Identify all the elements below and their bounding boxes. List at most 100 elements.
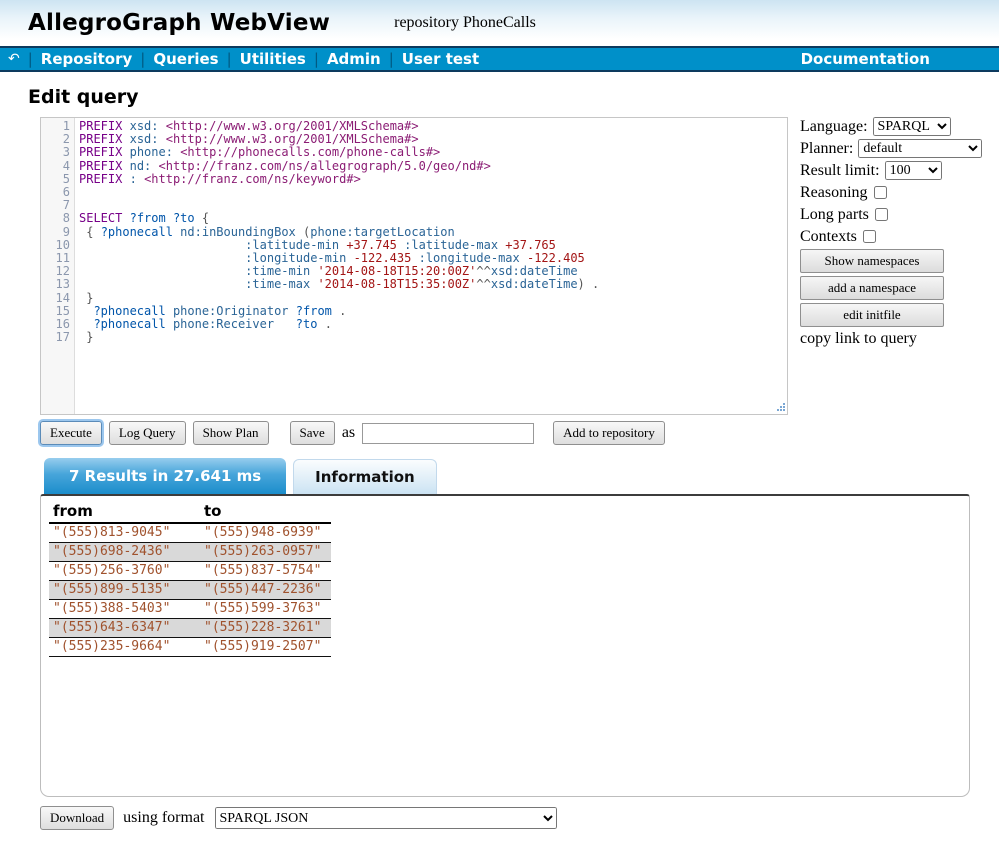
format-select[interactable]: SPARQL JSON bbox=[215, 807, 557, 829]
code-line: } bbox=[79, 331, 787, 344]
save-button[interactable]: Save bbox=[290, 421, 335, 445]
tab-information[interactable]: Information bbox=[293, 459, 437, 494]
table-cell: "(555)899-5135" bbox=[49, 581, 200, 600]
nav-item-repository[interactable]: Repository bbox=[41, 50, 133, 68]
log-query-button[interactable]: Log Query bbox=[109, 421, 186, 445]
code-token bbox=[122, 159, 129, 173]
code-token bbox=[79, 251, 245, 265]
code-token: <http://www.w3.org/2001/XMLSchema#> bbox=[166, 119, 419, 133]
code-token bbox=[122, 172, 129, 186]
code-token bbox=[166, 304, 173, 318]
nav-item-user-test[interactable]: User test bbox=[402, 50, 479, 68]
code-token: ?from bbox=[296, 304, 332, 318]
code-token: +37.765 bbox=[505, 238, 556, 252]
repository-label: repositoryPhoneCalls bbox=[394, 14, 540, 32]
table-row: "(555)643-6347""(555)228-3261" bbox=[49, 619, 331, 638]
back-icon[interactable]: ↶ bbox=[8, 52, 20, 66]
code-token: <http://phonecalls.com/phone-calls#> bbox=[180, 145, 440, 159]
line-number: 4 bbox=[41, 160, 70, 173]
code-token bbox=[411, 251, 418, 265]
long-parts-checkbox[interactable] bbox=[875, 208, 888, 221]
code-token: <http://franz.com/ns/allegrograph/5.0/ge… bbox=[159, 159, 491, 173]
nav-items: |Repository|Queries|Utilities|Admin|User… bbox=[20, 50, 479, 68]
add-to-repository-button[interactable]: Add to repository bbox=[553, 421, 665, 445]
language-select[interactable]: SPARQL bbox=[873, 117, 951, 136]
nav-separator: | bbox=[314, 50, 319, 68]
edit-initfile-button[interactable]: edit initfile bbox=[800, 303, 944, 327]
code-token: '2014-08-18T15:35:00Z' bbox=[317, 277, 476, 291]
results-header-row: fromto bbox=[49, 502, 331, 523]
code-token bbox=[122, 132, 129, 146]
table-cell: "(555)599-3763" bbox=[200, 600, 331, 619]
code-token: <http://www.w3.org/2001/XMLSchema#> bbox=[166, 132, 419, 146]
code-token: ?to bbox=[173, 211, 195, 225]
results-table: fromto "(555)813-9045""(555)948-6939""(5… bbox=[49, 502, 331, 657]
table-row: "(555)235-9664""(555)919-2507" bbox=[49, 638, 331, 657]
show-plan-button[interactable]: Show Plan bbox=[193, 421, 269, 445]
tab-7-results-in-27-641-ms[interactable]: 7 Results in 27.641 ms bbox=[44, 458, 286, 494]
code-token: ^^ bbox=[476, 264, 490, 278]
code-token: xsd: bbox=[130, 132, 159, 146]
table-row: "(555)899-5135""(555)447-2236" bbox=[49, 581, 331, 600]
result-limit-select[interactable]: 100 bbox=[885, 161, 942, 180]
page-title: Edit query bbox=[28, 86, 999, 108]
code-token: -122.405 bbox=[527, 251, 585, 265]
result-limit-label: Result limit: bbox=[800, 162, 880, 180]
code-token: :longitude-min bbox=[245, 251, 346, 265]
save-name-input[interactable] bbox=[362, 423, 534, 444]
code-token bbox=[122, 211, 129, 225]
repository-name: PhoneCalls bbox=[463, 14, 536, 31]
code-token: phone:Receiver bbox=[173, 317, 274, 331]
table-cell: "(555)643-6347" bbox=[49, 619, 200, 638]
table-row: "(555)388-5403""(555)599-3763" bbox=[49, 600, 331, 619]
checkbox-row-long-parts: Long parts bbox=[800, 205, 995, 224]
table-cell: "(555)228-3261" bbox=[200, 619, 331, 638]
table-cell: "(555)235-9664" bbox=[49, 638, 200, 657]
reasoning-checkbox[interactable] bbox=[874, 186, 887, 199]
namespace-buttons: Show namespaces add a namespace edit initf… bbox=[800, 249, 995, 327]
line-number: 8 bbox=[41, 212, 70, 225]
resize-handle-icon[interactable] bbox=[774, 401, 786, 413]
contexts-checkbox[interactable] bbox=[863, 230, 876, 243]
code-token bbox=[520, 251, 527, 265]
code-token: xsd: bbox=[130, 119, 159, 133]
option-checkboxes: ReasoningLong partsContexts bbox=[800, 183, 995, 246]
nav-item-admin[interactable]: Admin bbox=[327, 50, 381, 68]
planner-select[interactable]: default bbox=[858, 139, 982, 158]
copy-link-to-query[interactable]: copy link to query bbox=[800, 330, 995, 348]
code-token: ?from bbox=[130, 211, 166, 225]
checkbox-row-reasoning: Reasoning bbox=[800, 183, 995, 202]
add-a-namespace-button[interactable]: add a namespace bbox=[800, 276, 944, 300]
show-namespaces-button[interactable]: Show namespaces bbox=[800, 249, 944, 273]
table-cell: "(555)256-3760" bbox=[49, 562, 200, 581]
line-number: 17 bbox=[41, 331, 70, 344]
column-header-from: from bbox=[49, 502, 200, 523]
nav-item-documentation[interactable]: Documentation bbox=[801, 50, 930, 68]
table-cell: "(555)813-9045" bbox=[49, 523, 200, 543]
code-token: '2014-08-18T15:20:00Z' bbox=[317, 264, 476, 278]
execute-button[interactable]: Execute bbox=[40, 421, 102, 445]
code-token: :time-min bbox=[245, 264, 310, 278]
code-token bbox=[289, 304, 296, 318]
nav-item-utilities[interactable]: Utilities bbox=[240, 50, 306, 68]
download-bar: Download using format SPARQL JSON bbox=[40, 806, 999, 830]
code-token: <http://franz.com/ns/keyword#> bbox=[144, 172, 361, 186]
code-token: ?phonecall bbox=[93, 317, 165, 331]
query-editor[interactable]: 1234567891011121314151617 PREFIX xsd: <h… bbox=[40, 117, 788, 415]
nav-bar: ↶ |Repository|Queries|Utilities|Admin|Us… bbox=[0, 46, 999, 72]
code-token: PREFIX bbox=[79, 172, 122, 186]
editor-code[interactable]: PREFIX xsd: <http://www.w3.org/2001/XMLS… bbox=[75, 118, 787, 414]
code-token: { bbox=[195, 211, 209, 225]
code-token: } bbox=[79, 330, 93, 344]
code-token: nd:inBoundingBox bbox=[180, 225, 296, 239]
code-token: xsd:dateTime bbox=[491, 264, 578, 278]
code-token: :latitude-min bbox=[245, 238, 339, 252]
nav-item-queries[interactable]: Queries bbox=[153, 50, 218, 68]
download-button[interactable]: Download bbox=[40, 806, 114, 830]
line-number: 13 bbox=[41, 278, 70, 291]
table-cell: "(555)919-2507" bbox=[200, 638, 331, 657]
line-number: 3 bbox=[41, 146, 70, 159]
column-header-to: to bbox=[200, 502, 331, 523]
editor-gutter: 1234567891011121314151617 bbox=[41, 118, 75, 414]
nav-separator: | bbox=[28, 50, 33, 68]
